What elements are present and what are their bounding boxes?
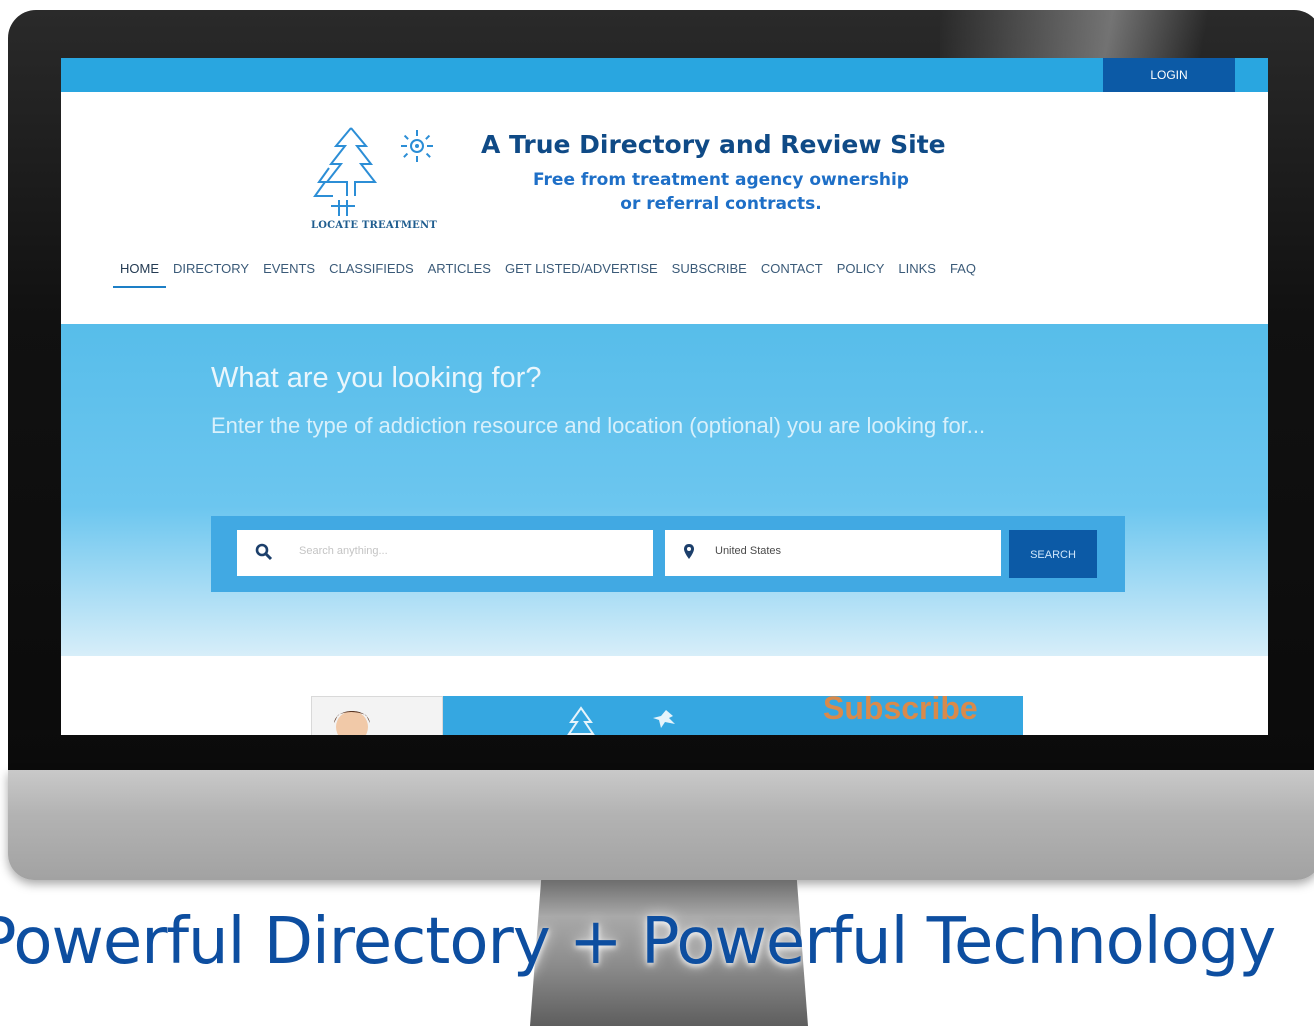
nav-item-articles[interactable]: ARTICLES bbox=[421, 258, 498, 288]
search-bar: Search anything... United States SEARCH bbox=[211, 516, 1125, 592]
nav-item-home[interactable]: HOME bbox=[113, 258, 166, 288]
hero-title: What are you looking for? bbox=[211, 362, 542, 394]
banner-logo-icons bbox=[567, 706, 675, 735]
monitor-chin bbox=[8, 770, 1314, 880]
nav-item-contact[interactable]: CONTACT bbox=[754, 258, 830, 288]
main-nav: HOME DIRECTORY EVENTS CLASSIFIEDS ARTICL… bbox=[113, 258, 1263, 288]
search-icon bbox=[255, 543, 273, 561]
top-bar: LOGIN bbox=[61, 58, 1268, 92]
site-subline-1: Free from treatment agency ownership bbox=[533, 170, 909, 190]
login-button[interactable]: LOGIN bbox=[1103, 58, 1235, 92]
location-pin-icon bbox=[684, 544, 694, 559]
nav-item-faq[interactable]: FAQ bbox=[943, 258, 983, 288]
location-input[interactable]: United States bbox=[665, 530, 1001, 576]
site-headline: A True Directory and Review Site bbox=[481, 130, 946, 159]
nav-item-policy[interactable]: POLICY bbox=[830, 258, 892, 288]
hero-subtitle: Enter the type of addiction resource and… bbox=[211, 413, 986, 438]
banner-subscribe-text: Subscribe bbox=[823, 696, 978, 726]
search-button[interactable]: SEARCH bbox=[1009, 530, 1097, 578]
nav-item-subscribe[interactable]: SUBSCRIBE bbox=[665, 258, 754, 288]
location-value: United States bbox=[715, 545, 782, 557]
nav-item-classifieds[interactable]: CLASSIFIEDS bbox=[322, 258, 421, 288]
subscribe-banner[interactable]: Subscribe bbox=[311, 696, 1023, 735]
nav-item-directory[interactable]: DIRECTORY bbox=[166, 258, 256, 288]
sun-icon bbox=[401, 130, 433, 162]
banner-photo bbox=[311, 696, 443, 735]
tagline: Powerful Directory + Powerful Technology bbox=[0, 905, 1276, 979]
hero-section: What are you looking for? Enter the type… bbox=[61, 324, 1268, 656]
nav-item-get-listed[interactable]: GET LISTED/ADVERTISE bbox=[498, 258, 665, 288]
nav-item-links[interactable]: LINKS bbox=[891, 258, 943, 288]
logo-text: LOCATE TREATMENT bbox=[311, 220, 437, 231]
site-subline-2: or referral contracts. bbox=[620, 194, 822, 214]
search-input[interactable]: Search anything... bbox=[237, 530, 653, 576]
search-placeholder: Search anything... bbox=[299, 545, 388, 557]
monitor-screen: LOGIN LOCATE TREATMENT A True Directory … bbox=[61, 58, 1268, 735]
nav-item-events[interactable]: EVENTS bbox=[256, 258, 322, 288]
tree-icon bbox=[313, 127, 378, 216]
